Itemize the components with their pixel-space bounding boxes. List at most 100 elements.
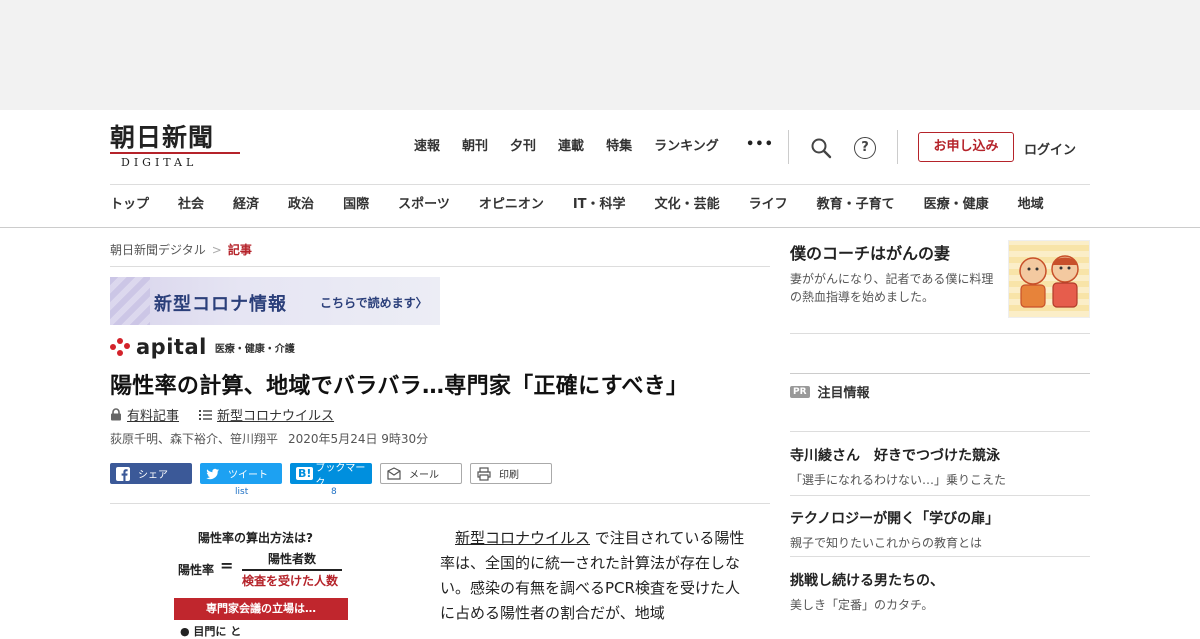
tag-topic-label: 新型コロナウイルス [217,409,335,424]
pr-section-title: 注目情報 [817,386,870,401]
header-divider [788,130,789,164]
nav-item-ranking[interactable]: ランキング [654,137,719,157]
category-sports[interactable]: スポーツ [398,196,450,214]
hatena-count[interactable]: 8 [331,487,337,497]
banner-title: 新型コロナ情報 [154,294,287,315]
breadcrumb: 朝日新聞デジタル > 記事 [110,241,252,258]
tag-topic[interactable]: 新型コロナウイルス [199,405,334,424]
sidebar-separator-2 [790,373,1090,374]
breadcrumb-current: 記事 [227,243,252,257]
logo-main-text: 朝日新聞 [110,123,215,152]
pr-item-description: 「選手になれるわけない…」乗りこえた [790,473,1007,487]
category-life[interactable]: ライフ [749,196,788,214]
pr-item-title: 寺川綾さん 好きでつづけた競泳 [790,448,1000,464]
figure-numerator: 陽性者数 [268,552,317,566]
hatena-bookmark-label: ブックマーク [315,462,366,489]
apital-logo-text: apital [136,335,207,359]
more-menu-icon[interactable]: ••• [746,137,774,152]
figure-denominator: 検査を受けた人数 [242,574,339,588]
site-logo[interactable]: 朝日新聞 DIGITAL [110,124,240,170]
login-link[interactable]: ログイン [1024,139,1076,158]
tag-paid[interactable]: 有料記事 [110,405,179,424]
category-culture[interactable]: 文化・芸能 [655,196,720,214]
banner-stripe [110,277,150,325]
nav-item-feature[interactable]: 特集 [606,137,632,157]
twitter-share-button[interactable]: ツイート [200,463,282,484]
illustration-couple-icon [1019,255,1079,308]
nav-item-series[interactable]: 連載 [558,137,584,157]
covid-info-banner[interactable]: 新型コロナ情報 こちらで読めます〉 [110,277,440,325]
pr-item[interactable]: 寺川綾さん 好きでつづけた競泳 「選手になれるわけない…」乗りこえた [790,445,1090,488]
facebook-icon [116,466,130,481]
pr-badge: PR [790,385,810,398]
nav-item-breaking[interactable]: 速報 [414,137,440,157]
figure-fraction-bar [242,569,342,571]
figure-title: 陽性率の算出方法は? [198,531,313,545]
print-button[interactable]: 印刷 [470,463,552,484]
figure-label: 陽性率 [178,563,215,577]
category-opinion[interactable]: オピニオン [479,196,544,214]
tag-paid-label: 有料記事 [127,409,180,424]
pr-item[interactable]: 挑戦し続ける男たちの、 美しき「定番」のカタチ。 [790,570,1090,613]
help-icon[interactable]: ? [854,137,876,159]
article-byline: 荻原千明、森下裕介、笹川翔平 2020年5月24日 9時30分 [110,430,428,447]
article-headline: 陽性率の計算、地域でバラバラ…専門家「正確にすべき」 [110,374,689,399]
list-icon [199,409,213,420]
article-authors: 荻原千明、森下裕介、笹川翔平 [110,432,279,446]
twitter-share-label: ツイート [228,470,268,481]
mail-icon [387,466,401,480]
printer-icon [477,466,491,481]
category-international[interactable]: 国際 [343,196,369,214]
pr-item[interactable]: テクノロジーが開く「学びの扉」 親子で知りたいこれからの教育とは [790,508,1090,551]
category-it-science[interactable]: IT・科学 [573,196,626,214]
article-body: 新型コロナウイルス で注目されている陽性率は、全国的に統一された計算法が存在しな… [440,526,750,626]
top-nav: 速報 朝刊 夕刊 連載 特集 ランキング [414,137,741,157]
hatena-bookmark-button[interactable]: B! ブックマーク [290,463,372,489]
twitter-count[interactable]: list [235,487,248,497]
twitter-icon [206,468,219,479]
feature-description: 妻ががんになり、記者である僕に料理の熱血指導を始めました。 [790,272,994,304]
apital-brand[interactable]: apital 医療・健康・介護 [110,336,295,358]
breadcrumb-underline [110,266,770,267]
positivity-rate-figure[interactable]: 陽性率の算出方法は? 陽性率 = 陽性者数 検査を受けた人数 専門家会議の立場は… [170,526,360,638]
hatena-icon: B! [296,467,314,480]
pr-item-description: 美しき「定番」のカタチ。 [790,598,934,612]
facebook-share-label: シェア [138,470,168,481]
mail-share-label: メール [409,470,439,481]
breadcrumb-separator: > [211,243,222,257]
category-society[interactable]: 社会 [178,196,204,214]
figure-equals: = [220,556,234,575]
subscribe-button[interactable]: お申し込み [918,132,1014,162]
mail-share-button[interactable]: メール [380,463,462,484]
figure-footer: ● 目門に と [180,625,242,638]
nav-item-evening[interactable]: 夕刊 [510,137,536,157]
sidebar-separator-3 [790,431,1090,432]
body-topic-link[interactable]: 新型コロナウイルス [455,529,590,547]
pr-item-title: テクノロジーが開く「学びの扉」 [790,511,1000,527]
nav-item-morning[interactable]: 朝刊 [462,137,488,157]
category-education[interactable]: 教育・子育て [817,196,895,214]
category-economy[interactable]: 経済 [233,196,259,214]
search-icon[interactable] [810,137,832,159]
sidebar-separator-5 [790,556,1090,557]
feature-thumbnail[interactable] [1008,240,1090,318]
logo-underline [110,152,240,154]
pr-item-title: 挑戦し続ける男たちの、 [790,573,944,589]
category-politics[interactable]: 政治 [288,196,314,214]
facebook-share-button[interactable]: シェア [110,463,192,484]
print-label: 印刷 [499,470,519,481]
pr-item-description: 親子で知りたいこれからの教育とは [790,536,983,550]
pr-section-header: PR 注目情報 [790,382,870,401]
article-date: 2020年5月24日 9時30分 [288,432,429,446]
article-paragraph: 新型コロナウイルス で注目されている陽性率は、全国的に統一された計算法が存在しな… [440,526,750,626]
category-region[interactable]: 地域 [1018,196,1044,214]
breadcrumb-home[interactable]: 朝日新聞デジタル [110,243,206,257]
header-separator [110,184,1090,185]
category-health[interactable]: 医療・健康 [924,196,989,214]
lock-icon [111,408,121,421]
ad-banner-area [0,0,1200,110]
sidebar-separator-1 [790,333,1090,334]
header-divider-2 [897,130,898,164]
category-top[interactable]: トップ [110,196,149,214]
banner-link: こちらで読めます〉 [320,296,428,310]
